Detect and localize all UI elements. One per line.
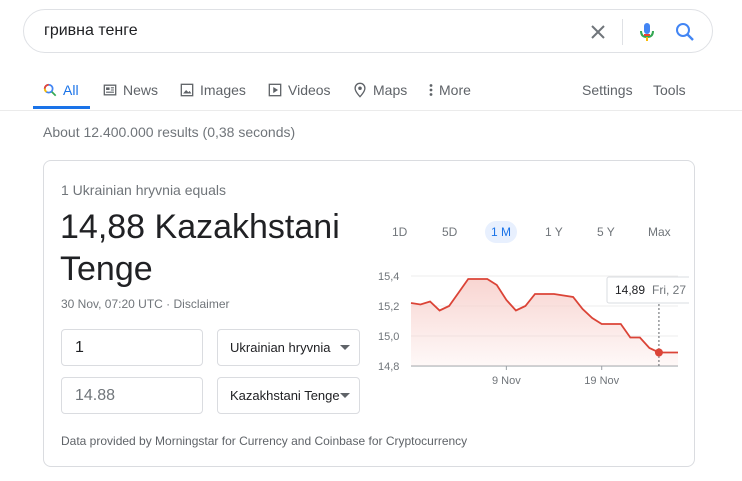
tooltip-value: 14,89 (615, 283, 645, 297)
currency-converter-card: 1 Ukrainian hryvnia equals 14,88 Kazakhs… (43, 160, 695, 467)
map-pin-icon (354, 82, 366, 98)
timestamp: 30 Nov, 07:20 UTC · Disclaimer (61, 297, 230, 311)
to-currency-select[interactable]: Kazakhstani Tenge (217, 377, 360, 414)
y-tick-label: 15,2 (378, 301, 399, 313)
to-currency-label: Kazakhstani Tenge (230, 388, 340, 403)
results-stats: About 12.400.000 results (0,38 seconds) (43, 124, 296, 140)
range-1y[interactable]: 1 Y (545, 221, 563, 243)
search-divider (622, 19, 623, 45)
settings-link[interactable]: Settings (582, 72, 633, 108)
exchange-rate-chart[interactable]: 15,4 15,2 15,0 14,8 9 Nov 19 Nov 14,89 Fri, 27 … (374, 266, 689, 396)
tooltip-point (654, 348, 663, 357)
tab-images[interactable]: Images (180, 72, 246, 108)
range-5y[interactable]: 5 Y (597, 221, 615, 243)
chevron-down-icon (340, 393, 350, 398)
news-icon (103, 84, 117, 96)
from-currency-label: Ukrainian hryvnia (230, 340, 331, 355)
video-icon (268, 83, 282, 97)
clear-icon[interactable] (586, 20, 610, 44)
from-currency-select[interactable]: Ukrainian hryvnia (217, 329, 360, 366)
y-tick-label: 15,0 (378, 331, 399, 343)
x-tick-label: 9 Nov (492, 375, 521, 387)
tab-all[interactable]: All (43, 72, 79, 108)
microphone-icon[interactable] (635, 20, 659, 44)
to-amount-input[interactable]: 14.88 (61, 377, 203, 414)
tab-news[interactable]: News (103, 72, 158, 108)
data-source-note: Data provided by Morningstar for Currenc… (61, 434, 468, 448)
y-tick-label: 15,4 (378, 271, 399, 283)
search-tabs: All News Images Videos Maps More Setting… (0, 72, 742, 110)
kebab-icon (429, 84, 433, 96)
active-tab-indicator (33, 106, 90, 109)
range-5d[interactable]: 5D (442, 221, 457, 243)
range-max[interactable]: Max (648, 221, 671, 243)
conversion-result: 14,88 Kazakhstani Tenge (60, 208, 340, 288)
tab-more[interactable]: More (428, 72, 471, 108)
range-selector: 1D 5D 1 M 1 Y 5 Y Max (381, 221, 681, 243)
disclaimer-link[interactable]: Disclaimer (174, 297, 230, 311)
search-icon[interactable] (673, 20, 697, 44)
search-input[interactable]: гривна тенге (44, 22, 138, 40)
y-tick-label: 14,8 (378, 361, 399, 373)
chevron-down-icon (340, 345, 350, 350)
search-icon (43, 83, 57, 97)
tab-maps[interactable]: Maps (353, 72, 407, 108)
from-amount-input[interactable]: 1 (61, 329, 203, 366)
x-tick-label: 19 Nov (584, 375, 619, 387)
range-1d[interactable]: 1D (392, 221, 407, 243)
equals-label: 1 Ukrainian hryvnia equals (61, 182, 226, 198)
tab-videos[interactable]: Videos (268, 72, 331, 108)
tooltip-date: Fri, 27 Nov (652, 283, 689, 297)
image-icon (180, 83, 194, 97)
tools-link[interactable]: Tools (653, 72, 686, 108)
timestamp-text: 30 Nov, 07:20 UTC · (61, 297, 174, 311)
search-bar[interactable]: гривна тенге (23, 9, 713, 53)
range-1m[interactable]: 1 M (485, 221, 518, 243)
tabs-divider (0, 110, 742, 111)
